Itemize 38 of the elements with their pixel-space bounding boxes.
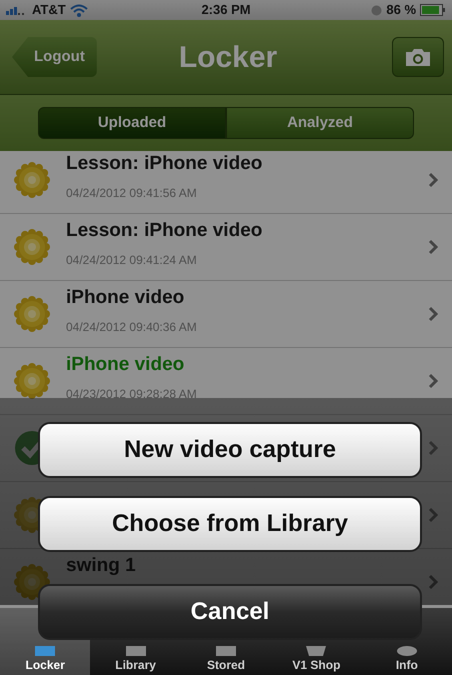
row-title: Lesson: iPhone video xyxy=(66,153,264,176)
sun-icon xyxy=(14,229,50,265)
segment-tab[interactable]: Uploaded xyxy=(38,107,226,139)
row-date: 04/24/2012 09:41:24 AM xyxy=(66,252,198,269)
chevron-icon xyxy=(428,172,438,188)
row-date: 04/24/2012 09:41:56 AM xyxy=(66,184,198,202)
action-sheet-button[interactable]: Cancel xyxy=(38,584,422,640)
chevron-icon xyxy=(428,440,438,456)
chevron-icon xyxy=(428,507,438,523)
segment-tab[interactable]: Analyzed xyxy=(226,107,414,139)
tab-icon xyxy=(396,646,417,656)
camera-icon xyxy=(404,47,432,67)
row-title: iPhone video xyxy=(66,287,186,310)
nav-title: Locker xyxy=(178,40,278,76)
chevron-icon xyxy=(428,574,438,590)
battery-icon xyxy=(420,4,446,16)
tab-icon xyxy=(216,646,236,656)
tab-icon xyxy=(306,646,326,656)
camera-button[interactable] xyxy=(392,37,444,77)
battery-percent: 86 % xyxy=(386,1,416,20)
carrier-name: AT&T xyxy=(32,1,66,20)
tab-icon xyxy=(35,646,56,656)
row-title: swing 1 xyxy=(66,555,137,578)
chevron-icon xyxy=(428,239,438,255)
status-time: 2:36 PM xyxy=(201,1,251,20)
row-date: 04/23/2012 09:28:28 AM xyxy=(66,386,198,403)
row-title: iPhone video xyxy=(66,354,186,377)
action-sheet-button[interactable]: Choose from Library xyxy=(38,496,422,552)
row-date: 04/24/2012 09:40:36 AM xyxy=(66,318,198,336)
row-title: Lesson: iPhone video xyxy=(66,220,264,243)
sun-icon xyxy=(14,162,50,198)
action-sheet-button[interactable]: New video capture xyxy=(38,422,422,478)
sun-icon xyxy=(14,363,50,399)
wifi-icon xyxy=(70,4,88,16)
chevron-icon xyxy=(428,306,438,322)
chevron-icon xyxy=(428,373,438,389)
sun-icon xyxy=(14,296,50,332)
tab-icon xyxy=(126,646,146,656)
